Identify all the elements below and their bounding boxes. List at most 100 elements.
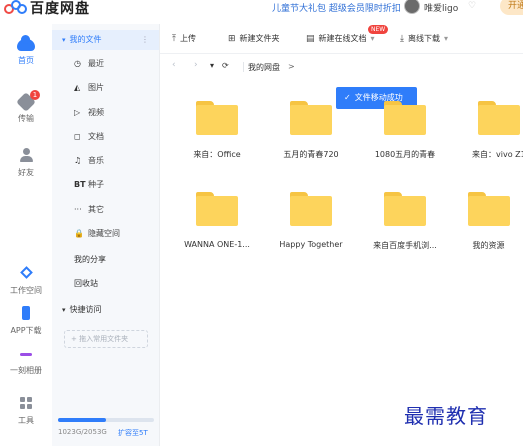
folder-item[interactable]: 来自：Office xyxy=(172,101,262,160)
transfer-count-badge: 1 xyxy=(30,90,40,100)
refresh-icon[interactable]: ⟳ xyxy=(222,61,229,70)
folder-icon xyxy=(196,192,238,226)
watermark: 最需教育 xyxy=(404,404,488,428)
breadcrumb: ‹ › ▾ ⟳ 我的网盘 > xyxy=(160,54,523,80)
button-label: 离线下载 xyxy=(407,34,440,43)
button-label: 上传 xyxy=(179,34,196,43)
folder-icon xyxy=(384,101,426,135)
clock-icon: ◷ xyxy=(74,59,81,68)
sidebar-item-label: 其它 xyxy=(88,205,104,214)
sidebar-item-other[interactable]: ··· 其它 xyxy=(74,203,104,217)
lock-icon: 🔒 xyxy=(74,229,84,238)
new-badge: NEW xyxy=(368,25,389,34)
rail-item-tools[interactable]: 工具 xyxy=(0,396,52,426)
folder-item[interactable]: Happy Together xyxy=(266,192,356,249)
document-icon: ◻ xyxy=(74,132,81,141)
brand-name: 百度网盘 xyxy=(30,1,90,17)
file-sidebar: ▾ 我的文件 ⋮ ◷ 最近 ◭ 图片 ▷ 视频 ◻ 文档 ♫ 音乐 BT 种子 ··· 其它 🔒… xyxy=(52,24,160,446)
folder-icon xyxy=(290,192,332,226)
top-bar: 百度网盘 儿童节大礼包 超级会员限时折扣 唯爱ligo ♡ 开通 xyxy=(0,0,523,18)
rail-item-album[interactable]: 一刻相册 xyxy=(0,346,52,376)
sidebar-item-recycle-bin[interactable]: 回收站 xyxy=(74,278,98,289)
sidebar-item-label: 种子 xyxy=(88,180,104,189)
sidebar-item-label: 我的文件 xyxy=(69,35,102,44)
rail-item-label: 工具 xyxy=(18,416,34,425)
sidebar-item-label: 图片 xyxy=(88,83,104,92)
folder-item[interactable]: 五月的青春720 xyxy=(266,101,356,160)
sidebar-item-images[interactable]: ◭ 图片 xyxy=(74,81,104,95)
rail-item-workspace[interactable]: 工作空间 xyxy=(0,266,52,296)
rail-item-label: 传输 xyxy=(18,114,34,123)
folder-icon xyxy=(467,192,510,226)
breadcrumb-arrow-icon: > xyxy=(288,62,295,71)
user-name[interactable]: 唯爱ligo xyxy=(424,1,458,14)
offline-download-button[interactable]: ⤓ 离线下载 ▾ xyxy=(400,33,448,45)
more-icon[interactable]: ⋮ xyxy=(141,30,149,50)
brand: 百度网盘 xyxy=(4,0,90,18)
promo-link[interactable]: 儿童节大礼包 超级会员限时折扣 xyxy=(272,1,401,14)
folder-item[interactable]: 来自百度手机浏... xyxy=(360,192,450,251)
folder-icon xyxy=(290,101,332,135)
rail-item-home[interactable]: 首页 xyxy=(0,35,52,66)
folder-item[interactable]: 1080五月的青春 xyxy=(360,101,450,160)
rail-item-label: APP下载 xyxy=(10,326,42,335)
sidebar-quick-access[interactable]: ▾ 快捷访问 xyxy=(62,304,102,315)
upload-button[interactable]: ⤒ 上传 xyxy=(172,33,196,45)
expand-storage-link[interactable]: 扩容至5T xyxy=(118,428,148,438)
breadcrumb-item-my-disk[interactable]: 我的网盘 xyxy=(248,62,280,73)
folder-name: 来自百度手机浏... xyxy=(373,241,437,250)
brand-logo-icon xyxy=(4,0,28,16)
sidebar-item-videos[interactable]: ▷ 视频 xyxy=(74,106,104,120)
image-icon: ◭ xyxy=(74,83,81,92)
folder-icon xyxy=(196,101,238,135)
folder-name: 五月的青春720 xyxy=(283,150,339,159)
folder-item[interactable]: 来自：vivo Z1 xyxy=(454,101,523,160)
storage-progress-bar xyxy=(58,418,154,422)
download-icon: ⤓ xyxy=(400,34,404,44)
ellipsis-icon: ··· xyxy=(74,205,82,214)
sidebar-item-hidden-space[interactable]: 🔒 隐藏空间 xyxy=(74,227,120,241)
folder-icon xyxy=(478,101,520,135)
button-label: 新建在线文档 xyxy=(318,34,367,43)
avatar[interactable] xyxy=(404,0,420,14)
folder-name: 1080五月的青春 xyxy=(374,150,436,159)
sidebar-item-label: 文档 xyxy=(88,132,104,141)
sidebar-item-my-share[interactable]: 我的分享 xyxy=(74,254,106,265)
sidebar-item-documents[interactable]: ◻ 文档 xyxy=(74,130,104,144)
add-quick-folder-dropzone[interactable]: + 拖入常用文件夹 xyxy=(64,330,148,348)
folder-name: WANNA ONE-1... xyxy=(184,240,250,249)
rail-item-label: 一刻相册 xyxy=(10,366,42,375)
chevron-down-icon: ▾ xyxy=(443,34,448,43)
folder-item[interactable]: WANNA ONE-1... xyxy=(172,192,262,249)
rail-item-app-download[interactable]: APP下载 xyxy=(0,306,52,336)
sidebar-item-label: 隐藏空间 xyxy=(88,229,120,238)
sidebar-item-my-files[interactable]: ▾ 我的文件 ⋮ xyxy=(52,30,159,50)
open-vip-button[interactable]: 开通 xyxy=(500,0,523,15)
sidebar-item-label: 快捷访问 xyxy=(69,305,102,314)
caret-down-icon: ▾ xyxy=(62,36,66,44)
bt-icon: BT xyxy=(74,180,86,189)
sidebar-item-recent[interactable]: ◷ 最近 xyxy=(74,57,104,71)
history-dropdown-icon[interactable]: ▾ xyxy=(210,61,214,70)
rail-item-friends[interactable]: 好友 xyxy=(0,148,52,178)
forward-icon[interactable]: › xyxy=(194,60,198,70)
rail-item-label: 首页 xyxy=(18,56,34,65)
folder-name: 来自：Office xyxy=(193,150,241,159)
baidu-netdisk-window: 百度网盘 儿童节大礼包 超级会员限时折扣 唯爱ligo ♡ 开通 首页 1 传输… xyxy=(0,0,523,446)
album-icon xyxy=(20,353,32,356)
sidebar-item-label: 最近 xyxy=(88,59,104,68)
left-rail: 首页 1 传输 好友 工作空间 APP下载 一刻相册 工具 xyxy=(0,24,52,446)
vip-heart-icon: ♡ xyxy=(468,1,477,11)
sidebar-item-label: 音乐 xyxy=(88,156,104,165)
new-folder-button[interactable]: ⊞ 新建文件夹 xyxy=(228,33,280,45)
new-online-doc-button[interactable]: ▤ 新建在线文档 ▾ xyxy=(306,33,375,45)
friends-icon xyxy=(19,148,33,162)
sidebar-item-torrents[interactable]: BT 种子 xyxy=(74,178,104,192)
caret-down-icon: ▾ xyxy=(62,306,66,314)
divider xyxy=(243,62,244,72)
sidebar-item-music[interactable]: ♫ 音乐 xyxy=(74,154,104,168)
folder-item[interactable]: 我的资源 xyxy=(454,192,523,251)
folder-icon xyxy=(384,192,426,226)
rail-item-transfer[interactable]: 1 传输 xyxy=(0,90,52,124)
back-icon[interactable]: ‹ xyxy=(172,60,176,70)
